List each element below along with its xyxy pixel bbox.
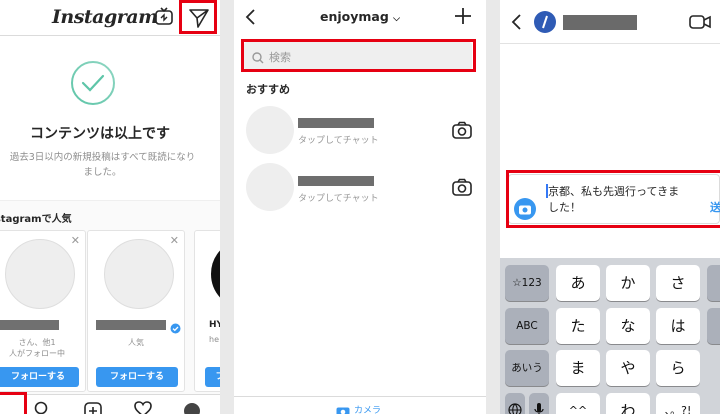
dismiss-icon[interactable]: ✕ xyxy=(71,234,80,247)
key-numbers[interactable]: ☆123 xyxy=(505,265,549,301)
redacted-name xyxy=(563,15,637,30)
key-small[interactable]: ^^ xyxy=(556,393,600,414)
camera-icon[interactable] xyxy=(452,121,472,143)
caught-up-description: 過去3日以内の新規投稿はすべて既読になり ました。 xyxy=(0,150,205,180)
card-meta: さん、他1 人がフォロー中 xyxy=(0,337,85,359)
key-space[interactable] xyxy=(707,308,720,344)
key-wa[interactable]: わ xyxy=(606,393,650,414)
account-name: enjoymag xyxy=(320,9,389,24)
caught-up-line2: ました。 xyxy=(83,167,122,178)
card-name: HY xyxy=(209,320,220,330)
redacted-name xyxy=(96,320,166,330)
key-delete[interactable] xyxy=(707,265,720,301)
camera-label: カメラ xyxy=(354,406,382,414)
key-na[interactable]: な xyxy=(606,308,650,344)
highlight-box xyxy=(179,0,217,34)
instagram-logo: Instagram xyxy=(52,6,158,28)
avatar xyxy=(246,163,294,211)
follow-button[interactable]: フ xyxy=(205,367,220,387)
direct-inbox-panel: enjoymag ⌵ 検索 おすすめ タップしてチャット タップしてチャット カ… xyxy=(234,0,486,414)
search-icon[interactable] xyxy=(34,401,50,414)
suggestion-card: HY he フ xyxy=(194,230,220,392)
key-sa[interactable]: さ xyxy=(656,265,700,301)
avatar xyxy=(211,239,220,309)
card-meta-line1: さん、他1 xyxy=(18,338,56,347)
bottom-tab-bar xyxy=(0,394,220,414)
camera-icon[interactable] xyxy=(452,178,472,200)
thread-header xyxy=(500,0,720,44)
add-post-icon[interactable] xyxy=(84,402,102,414)
account-title[interactable]: enjoymag ⌵ xyxy=(234,9,486,24)
highlight-box xyxy=(0,392,27,414)
profile-avatar[interactable] xyxy=(184,403,200,414)
suggested-section-title: おすすめ xyxy=(246,83,290,96)
new-message-icon[interactable] xyxy=(454,7,472,29)
camera-icon xyxy=(336,402,350,414)
back-icon[interactable] xyxy=(510,13,522,35)
chat-thread-panel: 京都、私も先週行ってきま した！ 送 ☆123 あ か さ ABC た な は … xyxy=(500,0,720,414)
chat-hint: タップしてチャット xyxy=(298,136,379,146)
panel-gap xyxy=(220,0,234,414)
key-globe[interactable] xyxy=(505,393,525,414)
avatar xyxy=(104,239,174,309)
caught-up-line1: 過去3日以内の新規投稿はすべて既読になり xyxy=(9,152,196,163)
igtv-icon[interactable] xyxy=(154,7,174,31)
caught-up-title: コンテンツは以上です xyxy=(30,126,170,142)
key-ya[interactable]: や xyxy=(606,350,650,386)
key-ka[interactable]: か xyxy=(606,265,650,301)
suggestions-title: Instagramで人気 xyxy=(0,214,72,225)
japanese-keyboard: ☆123 あ か さ ABC た な は あいう ま や ら ^^ わ 、。?! xyxy=(500,258,720,414)
chevron-down-icon: ⌵ xyxy=(393,14,400,24)
key-ha[interactable]: は xyxy=(656,308,700,344)
avatar xyxy=(5,239,75,309)
avatar xyxy=(246,106,294,154)
card-meta-line1: 人気 xyxy=(128,338,144,347)
card-meta-line2: 人がフォロー中 xyxy=(9,349,65,358)
key-ta[interactable]: た xyxy=(556,308,600,344)
check-circle-icon xyxy=(70,60,116,110)
redacted-name xyxy=(298,176,374,186)
suggestion-card: ✕ さん、他1 人がフォロー中 フォローする xyxy=(0,230,86,392)
follow-button[interactable]: フォローする xyxy=(0,367,79,387)
redacted-name xyxy=(298,118,374,128)
key-abc[interactable]: ABC xyxy=(505,308,549,344)
heart-icon[interactable] xyxy=(134,401,152,414)
key-kana[interactable]: あいう xyxy=(505,350,549,386)
panel-gap xyxy=(486,0,500,414)
card-meta: 人気 xyxy=(88,337,184,348)
highlight-box xyxy=(241,39,476,72)
key-a[interactable]: あ xyxy=(556,265,600,301)
key-ma[interactable]: ま xyxy=(556,350,600,386)
dismiss-icon[interactable]: ✕ xyxy=(170,234,179,247)
key-punct[interactable]: 、。?! xyxy=(656,393,700,414)
avatar[interactable] xyxy=(534,11,556,33)
instagram-feed-panel: Instagram コンテンツは以上です 過去3日以内の新規投稿はすべて既読にな… xyxy=(0,0,220,414)
chat-hint: タップしてチャット xyxy=(298,194,379,204)
card-meta-line1: he xyxy=(209,335,219,344)
redacted-name xyxy=(0,320,59,330)
camera-footer[interactable]: カメラ xyxy=(234,396,486,414)
key-mic[interactable] xyxy=(529,393,549,414)
key-ra[interactable]: ら xyxy=(656,350,700,386)
verified-badge-icon xyxy=(170,319,181,338)
follow-button[interactable]: フォローする xyxy=(96,367,178,387)
video-call-icon[interactable] xyxy=(689,14,711,34)
suggestion-card: ✕ 人気 フォローする xyxy=(87,230,185,392)
highlight-box xyxy=(506,170,720,228)
